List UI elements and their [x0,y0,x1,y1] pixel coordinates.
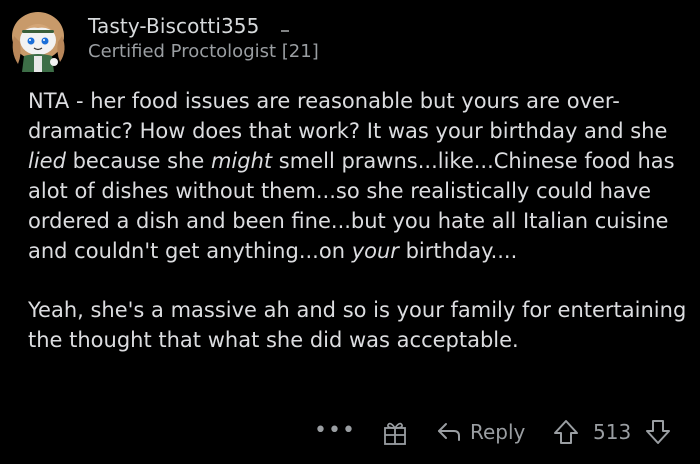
comment: Tasty-Biscotti355 Certified Proctologist… [0,0,700,464]
gift-award-icon [384,422,406,445]
upvote-arrow-icon [554,420,578,444]
more-options-button[interactable]: ••• [314,416,356,446]
user-flair: Certified Proctologist [21] [88,41,319,62]
vote-score: 513 [593,420,632,444]
avatar[interactable] [8,6,70,74]
emphasis-might: might [210,149,273,173]
comment-paragraph-2: Yeah, she's a massive ah and so is your … [28,298,687,352]
comment-paragraph-1: NTA - her food issues are reasonable but… [28,86,688,266]
comment-meta: Tasty-Biscotti355 Certified Proctologist… [88,14,319,64]
award-button[interactable] [383,420,407,446]
username[interactable]: Tasty-Biscotti355 [88,14,259,38]
emphasis-your: your [351,239,399,263]
comment-actions: ••• Reply 513 [0,414,700,450]
comment-body: NTA - her food issues are reasonable but… [28,86,688,355]
body-text-segment: because she [65,149,211,173]
reply-label: Reply [470,420,526,444]
body-text-segment: NTA - her food issues are reasonable but… [28,89,668,143]
separator-dash [280,29,289,32]
username-row: Tasty-Biscotti355 [88,14,319,38]
downvote-button[interactable] [644,418,672,446]
emphasis-lied: lied [28,149,66,173]
body-text-segment: birthday.... [398,239,518,263]
reply-button[interactable]: Reply [436,416,525,448]
downvote-arrow-icon [646,420,670,444]
snoo-avatar-icon [12,12,65,72]
upvote-button[interactable] [552,418,580,446]
reply-arrow-icon [438,423,460,441]
